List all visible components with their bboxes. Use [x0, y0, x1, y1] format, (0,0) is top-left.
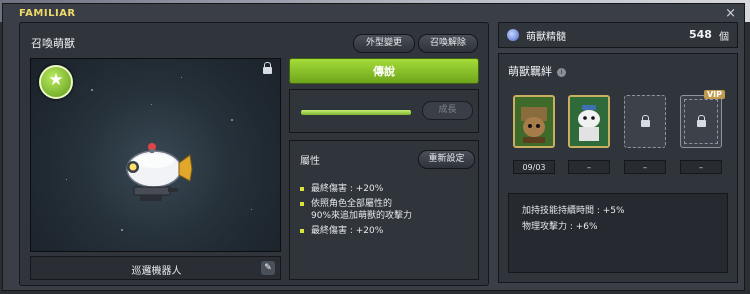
info-icon[interactable]: i: [557, 67, 566, 77]
attributes-title: 屬性: [300, 156, 320, 167]
bond-effect: 物理攻擊力 : +6%: [522, 222, 598, 232]
bond-panel: 萌獸羈絆 i VIP 09/03 – – – 加持技能持續時間 : +5% 物理攻…: [498, 53, 738, 283]
rank-button[interactable]: 傳說: [289, 58, 479, 84]
lock-icon: [697, 115, 706, 127]
familiar-sprite: [126, 143, 193, 201]
bond-slot-1[interactable]: [513, 95, 555, 148]
bond-title: 萌獸羈絆 i: [508, 63, 566, 79]
lock-icon[interactable]: [263, 62, 272, 74]
attribute-line: 90%來追加萌獸的攻擊力: [311, 211, 413, 221]
essence-icon: [507, 29, 519, 41]
bond-slot-value: 09/03: [513, 160, 555, 174]
familiar-display: ★: [30, 58, 281, 252]
familiar-name: 巡邏機器人: [131, 266, 182, 277]
bond-effect: 加持技能持續時間 : +5%: [522, 206, 625, 216]
essence-unit: 個: [719, 32, 729, 43]
attributes-panel: 屬性 重新設定 最終傷害 : +20% 依照角色全部屬性的 90%來追加萌獸的攻…: [289, 140, 479, 280]
summon-release-button[interactable]: 召喚解除: [418, 34, 478, 53]
growth-panel: 成長: [289, 89, 479, 133]
lock-icon: [641, 115, 650, 127]
bond-slot-value: –: [568, 160, 610, 174]
attribute-line: 最終傷害 : +20%: [300, 181, 383, 194]
essence-value: 548: [689, 28, 712, 41]
essence-bar: 萌獸精髓 548 個: [498, 22, 738, 48]
bond-effects-box: 加持技能持續時間 : +5% 物理攻擊力 : +6%: [508, 193, 728, 273]
bond-slot-value: –: [624, 160, 666, 174]
window-title: FAMILIAR: [19, 8, 76, 19]
summon-header: 召喚萌獸: [31, 37, 75, 50]
bond-slot-3[interactable]: [624, 95, 666, 148]
familiar-name-bar: 巡邏機器人 ✎: [30, 256, 281, 280]
essence-label: 萌獸精髓: [526, 32, 566, 43]
vip-badge: VIP: [703, 90, 725, 99]
growth-progress-bar: [301, 110, 411, 115]
growth-button[interactable]: 成長: [422, 101, 473, 120]
reset-button[interactable]: 重新設定: [418, 150, 475, 169]
appearance-change-button[interactable]: 外型變更: [353, 34, 415, 53]
attribute-line: 最終傷害 : +20%: [300, 223, 383, 236]
close-icon[interactable]: ×: [725, 6, 736, 21]
rank-star-icon: ★: [39, 65, 73, 99]
pencil-icon[interactable]: ✎: [261, 261, 275, 275]
bond-slot-2[interactable]: [568, 95, 610, 148]
bond-slot-value: –: [680, 160, 722, 174]
bond-slot-vip[interactable]: VIP: [680, 90, 725, 148]
